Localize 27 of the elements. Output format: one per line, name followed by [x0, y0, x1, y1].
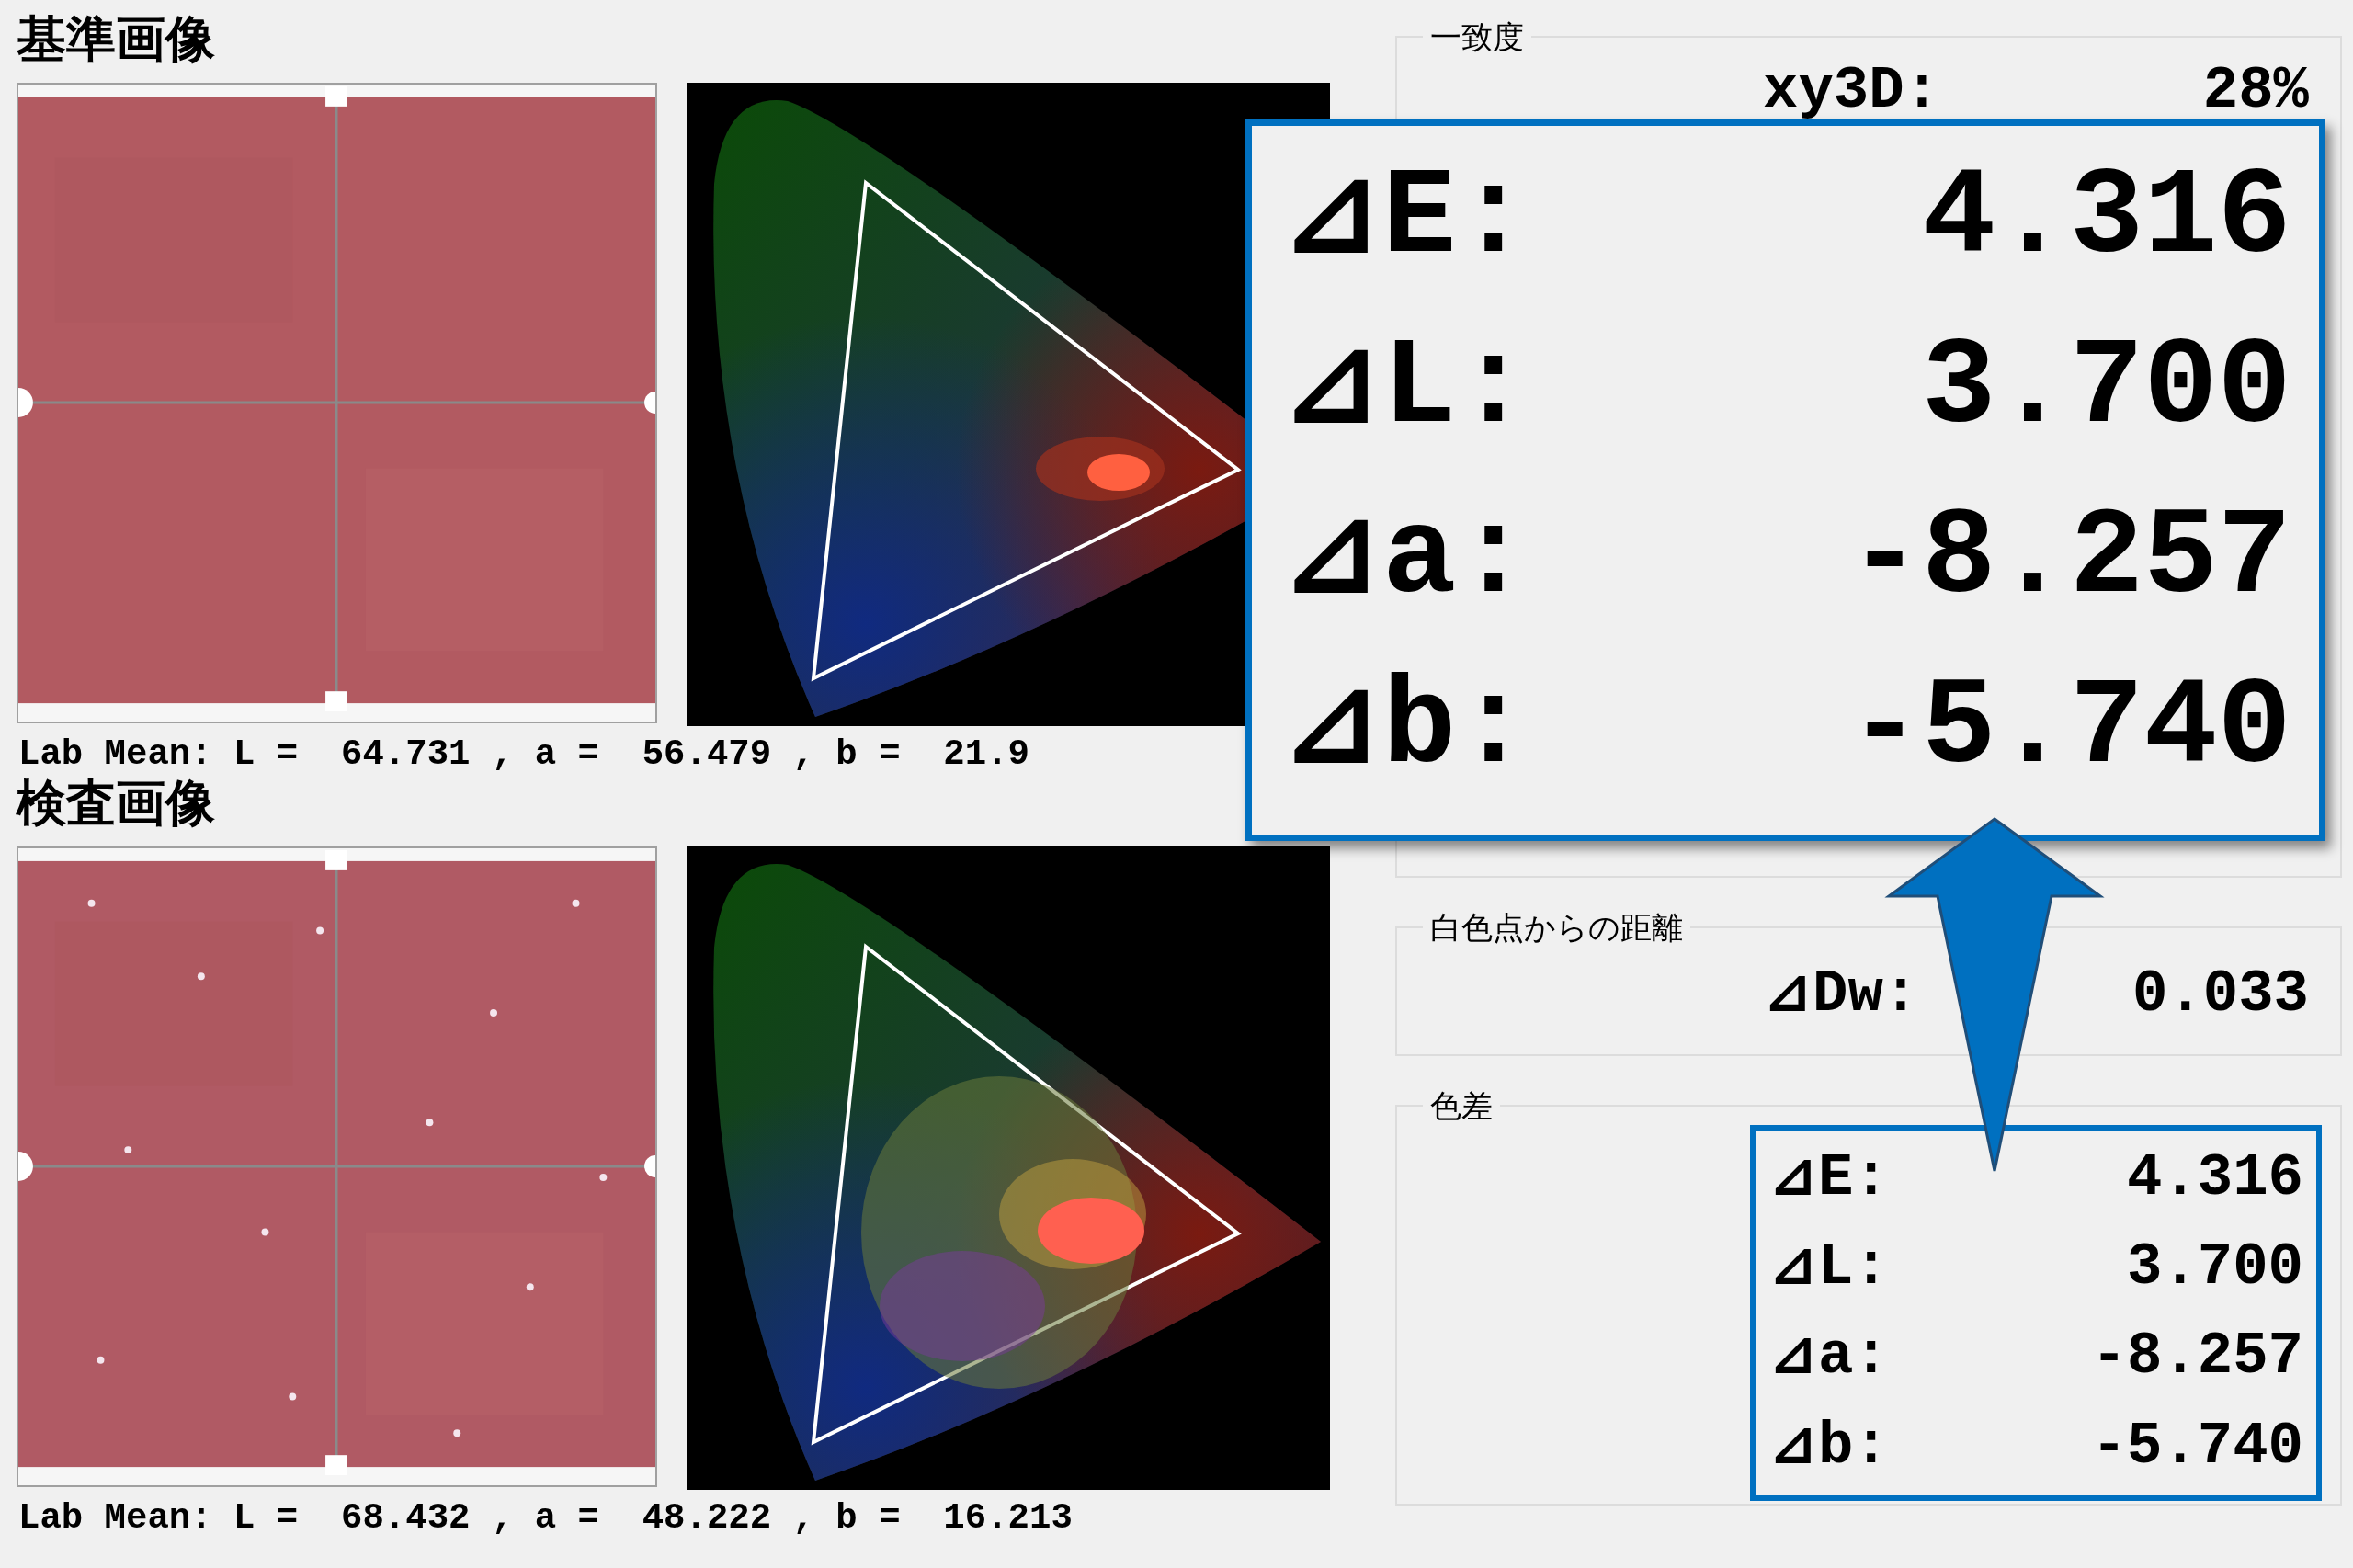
group-title: 白色点からの距離: [1429, 909, 1684, 947]
metric-label: ⊿Dw:: [1763, 960, 1919, 1029]
panel-title: 基準画像: [17, 15, 216, 68]
metric-value: 4.316: [2126, 1143, 2303, 1213]
metric-value: 4.316: [1921, 147, 2291, 290]
metric-label: xy3D:: [1763, 56, 1940, 126]
metric-value: -5.740: [2091, 1412, 2303, 1482]
lab-mean-text: Lab Mean: L = 64.731 , a = 56.479 , b = 21.9: [18, 737, 1030, 773]
metric-label: ⊿L:: [1279, 316, 1530, 460]
metric-value: 3.700: [1921, 316, 2291, 460]
metric-label: ⊿b:: [1768, 1412, 1889, 1482]
metric-value: -8.257: [2091, 1323, 2303, 1392]
group-title: 色差: [1429, 1087, 1494, 1125]
panel-title: 検査画像: [17, 778, 216, 832]
metric-label: ⊿E:: [1768, 1143, 1889, 1213]
group-title: 一致度: [1429, 18, 1525, 56]
metric-value: -8.257: [1847, 486, 2291, 630]
metric-label: ⊿a:: [1768, 1323, 1889, 1392]
metric-label: ⊿L:: [1768, 1233, 1889, 1303]
metric-value: -5.740: [1847, 656, 2291, 800]
metric-label: ⊿b:: [1279, 656, 1530, 800]
metric-value: 28%: [2202, 56, 2309, 126]
lab-mean-text: Lab Mean: L = 68.432 , a = 48.222 , b = 16.213: [18, 1501, 1074, 1537]
metric-value: 3.700: [2126, 1233, 2303, 1303]
metric-value: 0.033: [2131, 960, 2309, 1029]
metric-label: ⊿a:: [1279, 486, 1530, 630]
metric-label: ⊿E:: [1279, 147, 1530, 290]
